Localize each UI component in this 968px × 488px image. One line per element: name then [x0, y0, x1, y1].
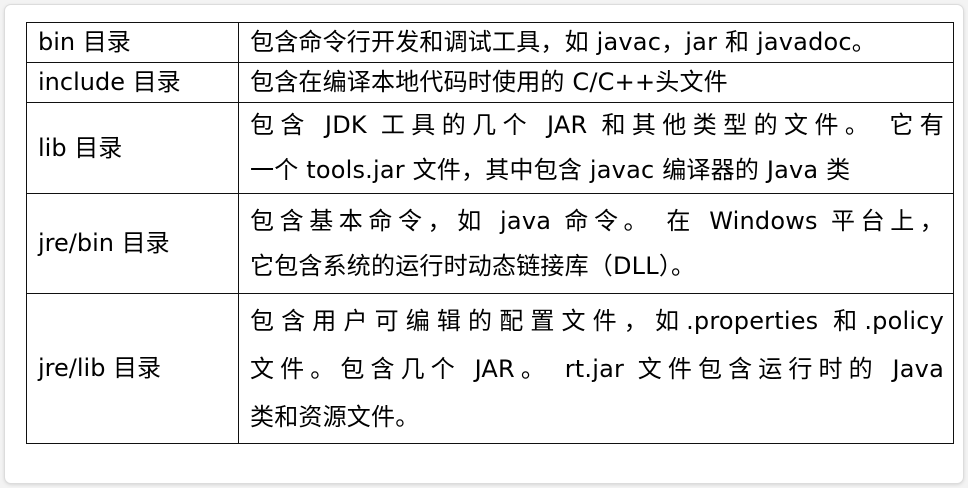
- table-row: jre/lib 目录 包含用户可编辑的配置文件，如.properties 和.p…: [26, 293, 954, 444]
- description-line: 类和资源文件。: [250, 402, 420, 431]
- description-line: 包含基本命令，如 java 命令。 在 Windows 平台上，: [250, 206, 944, 235]
- directory-description-cell: 包含 JDK 工具的几个 JAR 和其他类型的文件。 它有 一个 tools.j…: [238, 102, 954, 194]
- description-line: 包含用户可编辑的配置文件，如.properties 和.policy: [250, 306, 944, 335]
- description-line: 文件。包含几个 JAR。 rt.jar 文件包含运行时的 Java: [250, 354, 944, 383]
- directory-description-cell: 包含命令行开发和调试工具，如 javac，jar 和 javadoc。: [238, 22, 954, 63]
- table-row: lib 目录 包含 JDK 工具的几个 JAR 和其他类型的文件。 它有 一个 …: [26, 102, 954, 194]
- table-row: include 目录 包含在编译本地代码时使用的 C/C++头文件: [26, 62, 954, 103]
- directory-description-cell: 包含用户可编辑的配置文件，如.properties 和.policy 文件。包含…: [238, 293, 954, 444]
- description-line: 一个 tools.jar 文件，其中包含 javac 编译器的 Java 类: [250, 156, 851, 184]
- directory-name-cell: include 目录: [26, 62, 239, 103]
- table-row: jre/bin 目录 包含基本命令，如 java 命令。 在 Windows 平…: [26, 193, 954, 294]
- directory-name-cell: jre/lib 目录: [26, 293, 239, 444]
- directory-description-cell: 包含基本命令，如 java 命令。 在 Windows 平台上， 它包含系统的运…: [238, 193, 954, 294]
- description-line: 包含 JDK 工具的几个 JAR 和其他类型的文件。 它有: [250, 111, 944, 139]
- directory-name-cell: jre/bin 目录: [26, 193, 239, 294]
- directory-name-cell: bin 目录: [26, 22, 239, 63]
- description-line: 包含命令行开发和调试工具，如 javac，jar 和 javadoc。: [250, 28, 877, 56]
- document-frame: bin 目录 包含命令行开发和调试工具，如 javac，jar 和 javado…: [5, 5, 963, 483]
- table-row: bin 目录 包含命令行开发和调试工具，如 javac，jar 和 javado…: [26, 22, 954, 63]
- description-line: 它包含系统的运行时动态链接库（DLL）。: [250, 251, 696, 280]
- directory-name-cell: lib 目录: [26, 102, 239, 194]
- description-line: 包含在编译本地代码时使用的 C/C++头文件: [250, 68, 728, 96]
- jdk-directory-table: bin 目录 包含命令行开发和调试工具，如 javac，jar 和 javado…: [26, 22, 954, 444]
- directory-description-cell: 包含在编译本地代码时使用的 C/C++头文件: [238, 62, 954, 103]
